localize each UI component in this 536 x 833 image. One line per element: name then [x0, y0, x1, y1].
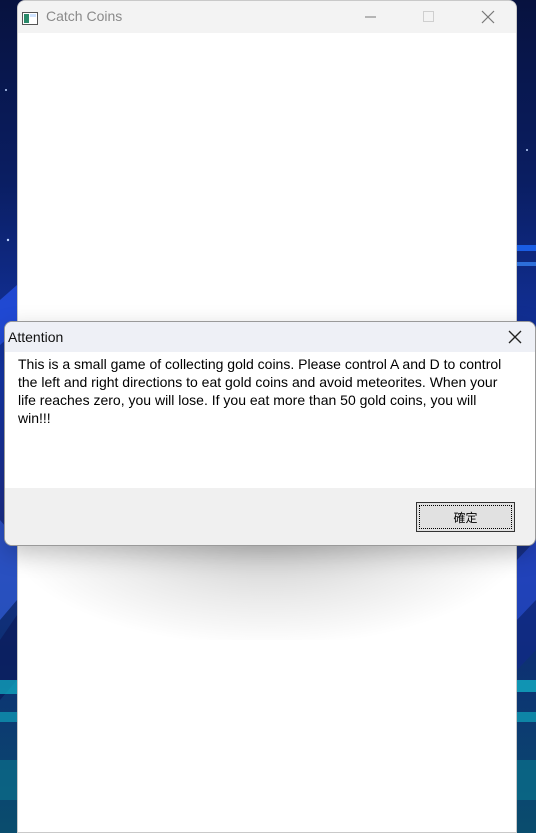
ok-button-label: 確定 — [453, 510, 478, 525]
dialog-titlebar[interactable]: Attention — [5, 322, 535, 352]
app-window-icon — [22, 10, 38, 25]
app-titlebar[interactable]: Catch Coins — [18, 1, 516, 33]
close-icon — [481, 10, 495, 24]
dialog-title: Attention — [8, 329, 64, 345]
maximize-button[interactable] — [406, 1, 452, 33]
dialog-message: This is a small game of collecting gold … — [18, 356, 502, 426]
maximize-icon — [423, 11, 434, 22]
close-icon — [508, 330, 522, 344]
minimize-icon — [365, 16, 376, 18]
app-title: Catch Coins — [46, 8, 123, 24]
minimize-button[interactable] — [348, 1, 394, 33]
dialog-shadow — [18, 530, 516, 640]
dialog-footer: 確定 — [5, 488, 535, 545]
attention-dialog: Attention This is a small game of collec… — [4, 321, 536, 546]
dialog-close-button[interactable] — [495, 322, 535, 352]
ok-button[interactable]: 確定 — [416, 502, 515, 532]
close-button[interactable] — [465, 1, 511, 33]
